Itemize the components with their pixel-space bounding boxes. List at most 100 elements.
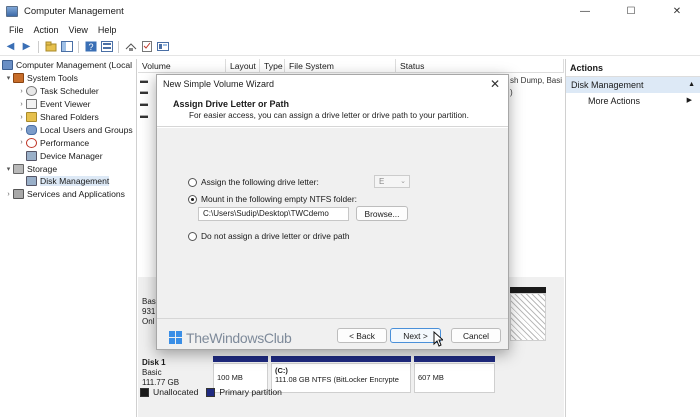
option-mount-folder[interactable]: Mount in the following empty NTFS folder… [188, 194, 357, 204]
partition-c-title: (C:) [275, 366, 288, 375]
chevron-right-icon[interactable]: › [17, 114, 26, 121]
actions-section-disk-management[interactable]: Disk Management ▲ [566, 77, 700, 93]
chevron-right-icon[interactable]: › [17, 101, 26, 108]
more-actions-item[interactable]: More Actions ▶ [566, 93, 700, 109]
properties-icon[interactable] [100, 40, 113, 53]
status-cell: sh Dump, Basi [510, 76, 563, 85]
menu-bar: File Action View Help [0, 22, 700, 38]
window-title: Computer Management [24, 5, 124, 17]
dialog-description: For easier access, you can assign a driv… [189, 111, 469, 120]
tree-item-disk-management[interactable]: Disk Management [0, 175, 136, 188]
menu-file[interactable]: File [4, 25, 29, 35]
partition-c[interactable]: (C:) 111.08 GB NTFS (BitLocker Encrypte [271, 363, 411, 393]
tree-item-shared-folders[interactable]: › Shared Folders [0, 111, 136, 124]
partition-recovery[interactable]: 607 MB [414, 363, 495, 393]
tree-item-label: Computer Management (Local [16, 60, 133, 71]
back-arrow-icon[interactable]: ◀ [4, 40, 17, 53]
option-drive-letter[interactable]: Assign the following drive letter: [188, 177, 319, 187]
svg-text:?: ? [88, 42, 93, 52]
collapse-up-icon[interactable]: ▲ [688, 77, 695, 93]
disk0-unallocated-region[interactable] [510, 293, 546, 341]
tree-item-label: Shared Folders [40, 112, 99, 122]
disk1-type: Basic [142, 368, 162, 377]
window-controls: — ☐ ✕ [562, 0, 700, 22]
chevron-right-icon[interactable]: › [17, 139, 26, 146]
menu-view[interactable]: View [64, 25, 93, 35]
toolbox-icon [13, 73, 24, 84]
title-bar: Computer Management — ☐ ✕ [0, 0, 700, 22]
tree-item-system-tools[interactable]: ▾ System Tools [0, 72, 136, 85]
tree-item-performance[interactable]: › Performance [0, 136, 136, 149]
drive-letter-value: E [379, 177, 385, 186]
column-header-file-system[interactable]: File System [285, 59, 396, 73]
tree-item-task-scheduler[interactable]: › Task Scheduler [0, 85, 136, 98]
column-header-status[interactable]: Status [396, 59, 564, 73]
volume-row[interactable]: ▬ [140, 87, 148, 96]
radio-mount-folder[interactable] [188, 194, 197, 204]
status-cell: ) [510, 88, 513, 97]
menu-help[interactable]: Help [93, 25, 122, 35]
back-button[interactable]: < Back [337, 328, 387, 343]
column-header-volume[interactable]: Volume [138, 59, 226, 73]
tree-item-event-viewer[interactable]: › Event Viewer [0, 98, 136, 111]
chevron-down-icon[interactable]: ▾ [4, 74, 13, 82]
dialog-close-icon[interactable]: ✕ [490, 77, 500, 91]
option-mount-folder-label: Mount in the following empty NTFS folder… [201, 194, 357, 204]
cancel-button[interactable]: Cancel [451, 328, 501, 343]
primary-partition-swatch [206, 387, 216, 397]
up-folder-icon[interactable] [44, 40, 57, 53]
column-header-layout[interactable]: Layout [226, 59, 260, 73]
tree-item-label: Storage [27, 163, 58, 174]
tree-item-services[interactable]: › Services and Applications [0, 188, 136, 201]
chevron-right-icon: ▶ [686, 97, 692, 104]
menu-action[interactable]: Action [29, 25, 64, 35]
tree-item-storage[interactable]: ▾ Storage [0, 162, 136, 175]
tree-item-device-manager[interactable]: Device Manager [0, 149, 136, 162]
more-actions-label: More Actions [588, 96, 641, 106]
chevron-down-icon: ⌄ [400, 178, 406, 185]
connect-icon[interactable] [124, 40, 137, 53]
unallocated-swatch [140, 387, 149, 397]
volume-row[interactable]: ▬ [140, 111, 148, 120]
column-header-type[interactable]: Type [260, 59, 285, 73]
partition-bar [213, 356, 268, 362]
option-no-letter[interactable]: Do not assign a drive letter or drive pa… [188, 231, 350, 241]
checklist-icon[interactable] [140, 40, 153, 53]
tree-item-label: Event Viewer [40, 99, 91, 110]
radio-drive-letter[interactable] [188, 177, 197, 187]
computer-icon [2, 60, 13, 71]
storage-icon [13, 163, 24, 174]
partition-bar [414, 356, 495, 362]
disk1-name: Disk 1 [142, 358, 166, 367]
actions-pane: Actions Disk Management ▲ More Actions ▶ [565, 59, 700, 417]
chevron-right-icon[interactable]: › [4, 191, 13, 198]
disk1-label[interactable]: Disk 1 Basic 111.77 GB [142, 358, 212, 388]
dialog-header: Assign Drive Letter or Path For easier a… [157, 93, 508, 127]
drive-letter-select[interactable]: E ⌄ [374, 175, 410, 188]
chevron-right-icon[interactable]: › [17, 88, 26, 95]
volume-row[interactable]: ▬ [140, 76, 148, 85]
tree-item-label: Task Scheduler [40, 86, 99, 97]
services-icon [13, 189, 24, 200]
clock-icon [26, 86, 37, 97]
browse-button[interactable]: Browse... [356, 206, 408, 221]
radio-no-letter[interactable] [188, 231, 197, 241]
legend: Unallocated Primary partition [140, 386, 282, 398]
tree-item-label: Disk Management [40, 176, 110, 187]
chevron-down-icon[interactable]: ▾ [4, 165, 13, 173]
legend-primary: Primary partition [219, 387, 282, 397]
disk-view-icon[interactable] [156, 40, 169, 53]
minimize-button[interactable]: — [562, 0, 608, 22]
help-icon[interactable]: ? [84, 40, 97, 53]
tree-item-local-users[interactable]: › Local Users and Groups [0, 123, 136, 136]
chevron-right-icon[interactable]: › [17, 126, 26, 133]
navigation-tree: Computer Management (Local ▾ System Tool… [0, 59, 137, 417]
users-icon [26, 124, 37, 135]
mount-path-input[interactable]: C:\Users\Sudip\Desktop\TWCdemo [198, 207, 349, 221]
show-hide-tree-icon[interactable] [60, 40, 73, 53]
forward-arrow-icon[interactable]: ▶ [20, 40, 33, 53]
close-button[interactable]: ✕ [654, 0, 700, 22]
volume-row[interactable]: ▬ [140, 99, 148, 108]
maximize-button[interactable]: ☐ [608, 0, 654, 22]
tree-item-root[interactable]: Computer Management (Local [0, 59, 136, 72]
